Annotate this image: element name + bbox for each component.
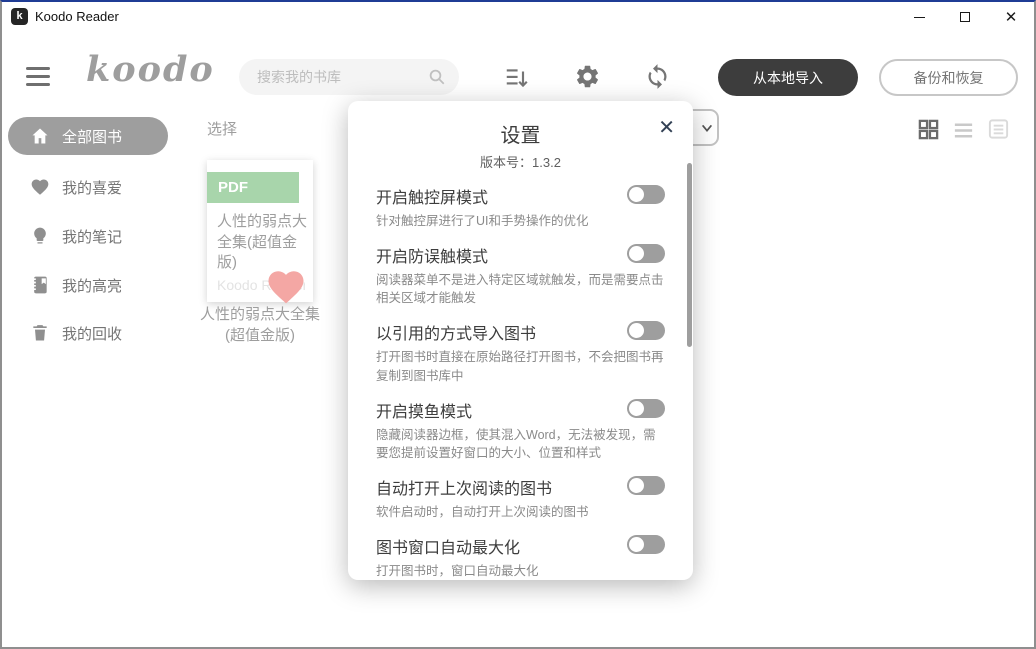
maximize-button[interactable] [942, 2, 988, 32]
trash-icon [30, 323, 50, 343]
dialog-title: 设置 [348, 119, 693, 148]
search-box [239, 59, 459, 95]
sidebar-item-label: 全部图书 [62, 126, 122, 147]
book-caption: 人性的弱点大全集(超值金版) [200, 304, 320, 346]
sidebar-item-label: 我的笔记 [62, 226, 122, 247]
setting-toggle[interactable] [627, 244, 665, 263]
app-window: k Koodo Reader ✕ koodo 从本地导入 备份和恢复 全部图书 … [0, 0, 1036, 649]
favorite-heart-icon[interactable] [263, 266, 309, 308]
sidebar-item-trash[interactable]: 我的回收 [2, 314, 197, 352]
setting-stealth-mode: 开启摸鱼模式 隐藏阅读器边框，使其混入Word，无法被发现，需要您提前设置好窗口… [376, 398, 665, 462]
app-icon: k [11, 8, 28, 25]
setting-toggle[interactable] [627, 399, 665, 418]
chevron-down-icon [700, 121, 714, 135]
app-logo: koodo [86, 49, 215, 90]
search-input[interactable] [257, 59, 422, 95]
bulb-icon [30, 226, 50, 246]
setting-toggle[interactable] [627, 535, 665, 554]
sidebar-item-label: 我的回收 [62, 323, 122, 344]
book-card[interactable]: PDF 人性的弱点大全集(超值金版) Koodo Reader [207, 160, 313, 302]
home-icon [30, 126, 50, 146]
book-icon [30, 275, 50, 295]
format-badge: PDF [207, 172, 299, 203]
setting-auto-maximize: 图书窗口自动最大化 打开图书时，窗口自动最大化 [376, 534, 665, 580]
setting-label: 开启触控屏模式 [376, 184, 488, 208]
settings-gear-icon[interactable] [574, 63, 601, 90]
version-label: 版本号：1.3.2 [348, 152, 693, 171]
import-local-button[interactable]: 从本地导入 [718, 59, 858, 96]
setting-open-last-book: 自动打开上次阅读的图书 软件启动时，自动打开上次阅读的图书 [376, 475, 665, 521]
sidebar-item-all-books[interactable]: 全部图书 [8, 117, 168, 155]
window-title: Koodo Reader [35, 2, 119, 32]
search-icon[interactable] [428, 68, 446, 86]
sidebar-item-favorites[interactable]: 我的喜爱 [2, 168, 197, 206]
minimize-icon [914, 17, 925, 18]
setting-label: 自动打开上次阅读的图书 [376, 475, 552, 499]
setting-label: 开启摸鱼模式 [376, 398, 472, 422]
settings-list: 开启触控屏模式 针对触控屏进行了UI和手势操作的优化 开启防误触模式 阅读器菜单… [348, 171, 693, 580]
setting-label: 以引用的方式导入图书 [376, 320, 536, 344]
dialog-scrollbar-thumb[interactable] [687, 163, 692, 347]
sync-refresh-icon[interactable] [644, 63, 671, 90]
sort-icon[interactable] [503, 65, 530, 91]
setting-desc: 打开图书时，窗口自动最大化 [376, 562, 665, 580]
setting-import-by-reference: 以引用的方式导入图书 打开图书时直接在原始路径打开图书，不会把图书再复制到图书库… [376, 320, 665, 384]
backup-restore-button[interactable]: 备份和恢复 [879, 59, 1018, 96]
hamburger-menu-icon[interactable] [26, 67, 50, 86]
detail-view-icon[interactable] [987, 117, 1010, 141]
setting-toggle[interactable] [627, 321, 665, 340]
minimize-button[interactable] [896, 2, 942, 32]
grid-view-icon[interactable] [917, 118, 940, 141]
setting-label: 开启防误触模式 [376, 243, 488, 267]
sidebar-item-label: 我的高亮 [62, 275, 122, 296]
setting-desc: 软件启动时，自动打开上次阅读的图书 [376, 503, 665, 521]
heart-icon [30, 177, 50, 197]
dialog-close-icon[interactable]: ✕ [658, 118, 675, 138]
setting-touch-mode: 开启触控屏模式 针对触控屏进行了UI和手势操作的优化 [376, 184, 665, 230]
setting-toggle[interactable] [627, 476, 665, 495]
sidebar-item-highlights[interactable]: 我的高亮 [2, 266, 197, 304]
setting-desc: 打开图书时直接在原始路径打开图书，不会把图书再复制到图书库中 [376, 348, 665, 384]
setting-toggle[interactable] [627, 185, 665, 204]
maximize-icon [960, 12, 970, 22]
titlebar: k Koodo Reader ✕ [2, 2, 1034, 32]
setting-desc: 隐藏阅读器边框，使其混入Word，无法被发现，需要您提前设置好窗口的大小、位置和… [376, 426, 665, 462]
window-controls: ✕ [896, 2, 1034, 32]
setting-desc: 针对触控屏进行了UI和手势操作的优化 [376, 212, 665, 230]
close-icon: ✕ [1005, 10, 1018, 25]
settings-dialog: 设置 版本号：1.3.2 ✕ 开启触控屏模式 针对触控屏进行了UI和手势操作的优… [348, 101, 693, 580]
sidebar-item-label: 我的喜爱 [62, 177, 122, 198]
close-button[interactable]: ✕ [988, 2, 1034, 32]
book-cover-title: 人性的弱点大全集(超值金版) [217, 212, 309, 274]
list-view-icon[interactable] [952, 119, 975, 142]
setting-label: 图书窗口自动最大化 [376, 534, 520, 558]
select-mode-link[interactable]: 选择 [207, 118, 237, 139]
sidebar-item-notes[interactable]: 我的笔记 [2, 217, 197, 255]
setting-desc: 阅读器菜单不是进入特定区域就触发，而是需要点击相关区域才能触发 [376, 271, 665, 307]
setting-mistouch-prevention: 开启防误触模式 阅读器菜单不是进入特定区域就触发，而是需要点击相关区域才能触发 [376, 243, 665, 307]
